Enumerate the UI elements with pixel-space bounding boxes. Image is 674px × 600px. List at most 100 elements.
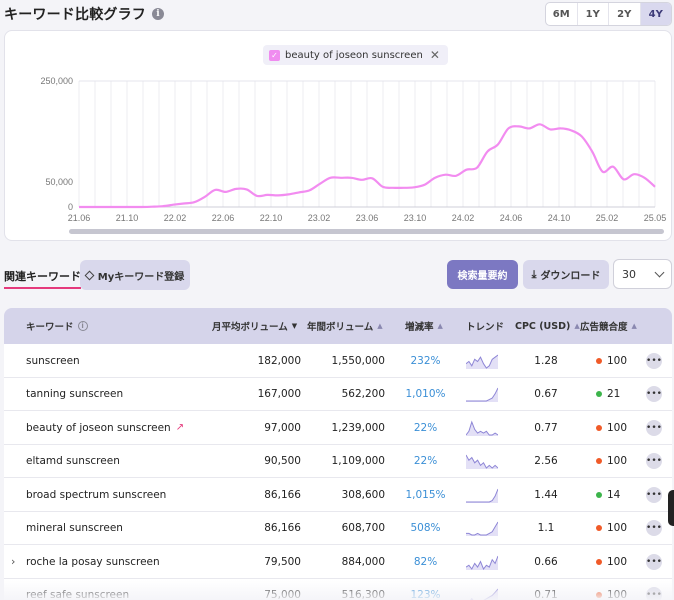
- info-icon[interactable]: i: [152, 8, 164, 20]
- volume-summary-button[interactable]: 検索量要約: [447, 260, 518, 289]
- x-tick-label: 24.06: [500, 213, 523, 223]
- more-cell: •••: [646, 411, 662, 444]
- column-header-monthly-volume[interactable]: 月平均ボリューム ▼: [212, 308, 297, 344]
- chart-range-scrollbar[interactable]: [69, 229, 664, 234]
- more-options-icon[interactable]: •••: [646, 453, 662, 469]
- keyword-cell[interactable]: broad spectrum sunscreen: [26, 478, 171, 511]
- competition-cell: 100: [596, 344, 636, 377]
- more-options-icon[interactable]: •••: [646, 386, 662, 402]
- bottom-fade: [0, 580, 674, 600]
- table-row[interactable]: › roche la posay sunscreen 79,500 884,000 82…: [4, 545, 672, 579]
- sort-asc-icon: ▲: [574, 322, 580, 330]
- keyword-table-body: sunscreen 182,000 1,550,000 232% 1.28 100 ••• t…: [4, 344, 672, 600]
- competition-cell: 100: [596, 512, 636, 545]
- growth-cell: 1,010%: [405, 388, 446, 400]
- y-tick-label: 0: [68, 202, 73, 212]
- x-tick-label: 22.10: [260, 213, 283, 223]
- competition-dot: [596, 357, 602, 364]
- more-options-icon[interactable]: •••: [646, 520, 662, 536]
- checkbox-checked-icon[interactable]: ✓: [269, 49, 280, 61]
- x-tick-label: 23.02: [308, 213, 331, 223]
- table-row[interactable]: broad spectrum sunscreen 86,166 308,600 1,0…: [4, 478, 672, 512]
- more-cell: •••: [646, 545, 662, 578]
- keyword-cell[interactable]: roche la posay sunscreen: [26, 545, 165, 578]
- expand-chevron-icon[interactable]: ›: [11, 545, 15, 578]
- keyword-cell[interactable]: eltamd sunscreen: [26, 445, 125, 478]
- more-options-icon[interactable]: •••: [646, 553, 662, 570]
- column-header-keyword[interactable]: キーワード i: [26, 308, 88, 344]
- competition-dot: [596, 491, 602, 498]
- trend-sparkline-cell: [466, 512, 500, 545]
- column-header-trend-label: トレンド: [466, 322, 505, 333]
- x-tick-label: 23.10: [404, 213, 427, 223]
- column-header-growth[interactable]: 増減率 ▲: [405, 308, 443, 344]
- x-tick-label: 25.02: [596, 213, 619, 223]
- cpc-cell: 2.56: [534, 455, 558, 467]
- growth-cell: 1,015%: [405, 488, 446, 501]
- range-2y-button[interactable]: 2Y: [609, 3, 641, 25]
- range-6m-button[interactable]: 6M: [546, 3, 578, 25]
- range-selector: 6M 1Y 2Y 4Y: [545, 2, 672, 26]
- more-options-icon[interactable]: •••: [646, 486, 662, 503]
- column-header-cpc[interactable]: CPC (USD) ▲: [515, 308, 580, 344]
- competition-dot: [596, 558, 602, 565]
- legend-label: beauty of joseon sunscreen: [285, 49, 423, 61]
- growth-cell: 22%: [413, 455, 438, 467]
- keyword-text: beauty of joseon sunscreen: [26, 421, 171, 434]
- range-1y-button[interactable]: 1Y: [578, 3, 609, 25]
- column-header-yearly-volume[interactable]: 年間ボリューム ▲: [307, 308, 383, 344]
- legend-chip[interactable]: ✓ beauty of joseon sunscreen ✕: [263, 45, 448, 65]
- cpc-cell: 0.67: [534, 388, 558, 400]
- yearly-volume-cell: 1,550,000: [331, 354, 385, 367]
- range-4y-button[interactable]: 4Y: [640, 3, 671, 25]
- yearly-volume-cell: 884,000: [341, 555, 385, 568]
- trend-chart-icon[interactable]: ↗: [176, 422, 184, 433]
- column-header-competition[interactable]: 広告競合度 ▲: [580, 308, 637, 344]
- monthly-volume-cell: 167,000: [257, 388, 301, 400]
- x-tick-label: 23.06: [356, 213, 379, 223]
- tab-related-keywords[interactable]: 関連キーワード: [4, 268, 81, 289]
- competition-value: 100: [607, 555, 628, 568]
- more-options-icon[interactable]: •••: [646, 419, 662, 436]
- download-label: ダウンロード: [540, 271, 601, 282]
- monthly-volume-cell: 97,000: [264, 421, 301, 434]
- trend-sparkline-cell: [466, 411, 500, 444]
- x-tick-label: 21.10: [116, 213, 139, 223]
- monthly-volume-cell: 86,166: [264, 488, 301, 501]
- keyword-cell[interactable]: tanning sunscreen: [26, 378, 128, 411]
- side-panel-handle[interactable]: [668, 490, 674, 526]
- competition-value: 21: [607, 388, 621, 400]
- trend-sparkline: [466, 387, 498, 402]
- close-icon[interactable]: ✕: [430, 48, 440, 62]
- sparkline-area: [466, 388, 498, 402]
- table-row[interactable]: beauty of joseon sunscreen ↗ 97,000 1,239,0…: [4, 411, 672, 445]
- x-tick-label: 21.06: [68, 213, 91, 223]
- table-row[interactable]: tanning sunscreen 167,000 562,200 1,010% 0.6…: [4, 378, 672, 411]
- yearly-volume-cell: 1,109,000: [331, 455, 385, 467]
- trend-sparkline: [466, 555, 498, 570]
- keyword-cell[interactable]: mineral sunscreen: [26, 512, 128, 545]
- competition-value: 100: [607, 354, 628, 367]
- keyword-cell[interactable]: beauty of joseon sunscreen ↗: [26, 411, 184, 444]
- sort-asc-icon: ▲: [377, 322, 383, 330]
- my-keyword-register-button[interactable]: Myキーワード登録: [80, 260, 190, 290]
- more-options-icon[interactable]: •••: [646, 352, 662, 369]
- trend-sparkline: [466, 488, 498, 503]
- keyword-cell[interactable]: sunscreen: [26, 344, 85, 377]
- comparison-chart-card: 250,000 50,000 0 21.06 21.10 22.02 22.06 22.10 2…: [4, 30, 672, 241]
- column-header-competition-label: 広告競合度: [580, 322, 628, 333]
- trend-sparkline-cell: [466, 545, 500, 578]
- table-row[interactable]: sunscreen 182,000 1,550,000 232% 1.28 100 •••: [4, 344, 672, 378]
- column-header-cpc-label: CPC (USD): [515, 320, 571, 332]
- yearly-volume-cell: 562,200: [341, 388, 385, 400]
- download-button[interactable]: ⤓ ダウンロード: [523, 260, 609, 289]
- info-icon[interactable]: i: [77, 321, 88, 331]
- growth-cell: 508%: [410, 522, 441, 534]
- column-header-trend: トレンド: [466, 308, 504, 344]
- competition-dot: [596, 424, 602, 431]
- page-size-select[interactable]: 30: [613, 259, 672, 289]
- table-row[interactable]: eltamd sunscreen 90,500 1,109,000 22% 2.56 10…: [4, 445, 672, 478]
- monthly-volume-cell: 182,000: [257, 354, 301, 367]
- table-row[interactable]: mineral sunscreen 86,166 608,700 508% 1.1 100…: [4, 512, 672, 545]
- sparkline-area: [466, 354, 498, 369]
